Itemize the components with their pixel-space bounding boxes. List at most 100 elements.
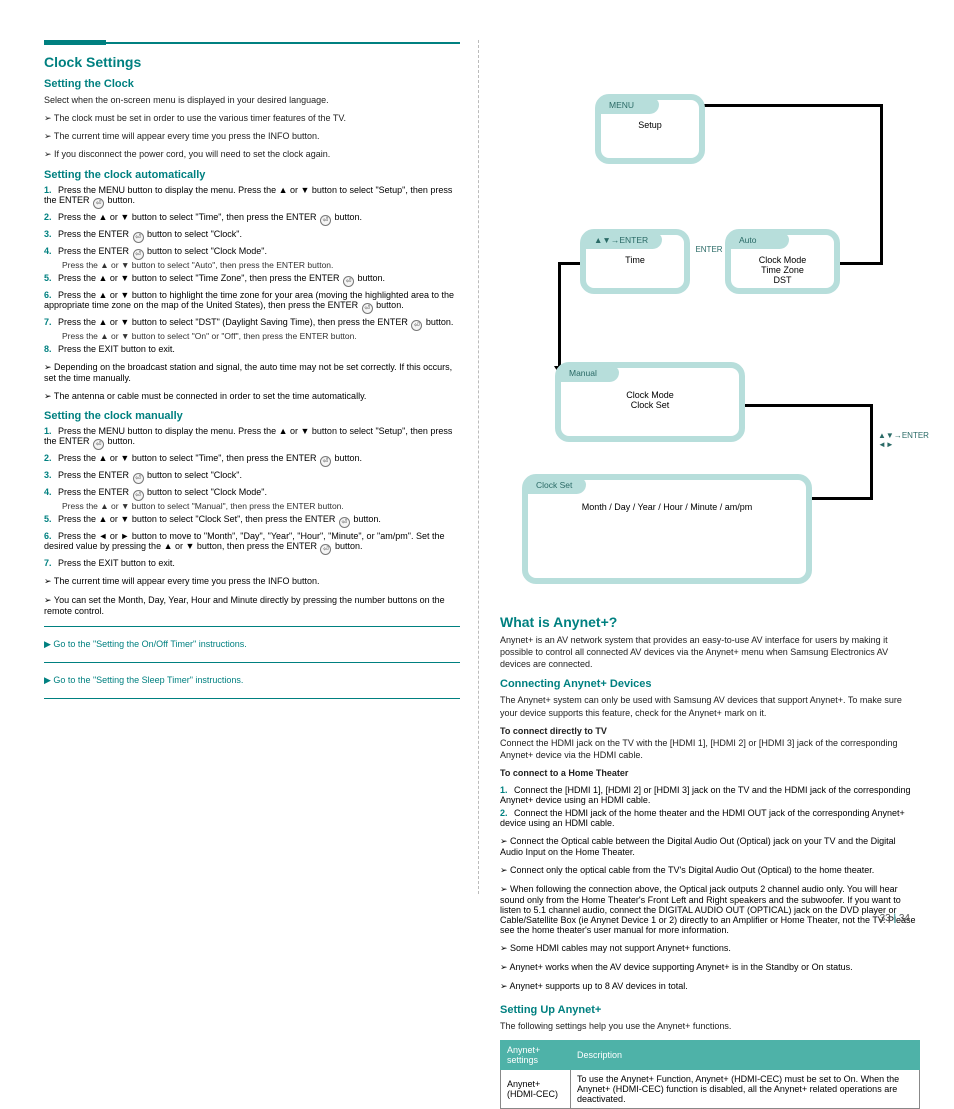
bullet: ➢	[44, 391, 54, 401]
table-cell: To use the Anynet+ Function, Anynet+ (HD…	[571, 1070, 920, 1109]
intro-4: ➢ If you disconnect the power cord, you …	[44, 148, 460, 160]
divider-line	[44, 662, 460, 663]
flow-tab: ▲▼→ENTER	[584, 233, 662, 249]
anynet-p4-label: To connect to a Home Theater	[500, 767, 920, 779]
step-item: 7.Press the ▲ or ▼ button to select "DST…	[44, 317, 460, 341]
step-item: 4.Press the ENTER ⏎ button to select "Cl…	[44, 246, 460, 270]
connector	[558, 262, 582, 265]
divider-line	[44, 698, 460, 699]
note: ➢ The current time will appear every tim…	[44, 576, 460, 587]
divider-line	[44, 626, 460, 627]
subtitle: Setting the Clock	[44, 78, 460, 90]
header-accent	[44, 40, 106, 45]
page-title: Clock Settings	[44, 54, 460, 70]
enter-icon: ⏎	[93, 198, 104, 209]
enter-icon: ⏎	[133, 232, 144, 243]
step-item: 5.Press the ▲ or ▼ button to select "Tim…	[44, 273, 460, 287]
enter-icon: ⏎	[362, 303, 373, 314]
bullet: ➢	[500, 865, 510, 875]
intro-1: Select when the on-screen menu is displa…	[44, 94, 460, 106]
page-number: 33 | 34	[880, 913, 910, 924]
step-item: 2.Press the ▲ or ▼ button to select "Tim…	[44, 453, 460, 467]
anynet-setup-p: The following settings help you use the …	[500, 1020, 920, 1032]
anynet-p2: The Anynet+ system can only be used with…	[500, 694, 920, 718]
connector	[880, 104, 883, 264]
anynet-setup-title: Setting Up Anynet+	[500, 1004, 920, 1016]
table-header: Anynet+ settings	[501, 1041, 571, 1070]
flow-box-auto: Auto Clock Mode Time Zone DST	[725, 229, 840, 294]
flow-text: Clock Mode Clock Set	[575, 390, 725, 410]
arrow-icon: ▶	[44, 639, 53, 649]
flow-box-menu: MENU Setup	[595, 94, 705, 164]
arrow-icon: ▶	[44, 675, 53, 685]
flow-tab: Clock Set	[526, 478, 586, 494]
column-divider	[478, 40, 479, 894]
step-item: 3.Press the ENTER ⏎ button to select "Cl…	[44, 470, 460, 484]
anynet-p3: To connect directly to TVConnect the HDM…	[500, 725, 920, 761]
anynet-section: What is Anynet+? Anynet+ is an AV networ…	[500, 614, 920, 1109]
flow-box-clockset: Clock Set Month / Day / Year / Hour / Mi…	[522, 474, 812, 584]
enter-icon: ⏎	[320, 544, 331, 555]
connector	[742, 404, 872, 407]
enter-icon: ⏎	[133, 473, 144, 484]
connector	[870, 404, 873, 499]
step-item: 3.Press the ENTER ⏎ button to select "Cl…	[44, 229, 460, 243]
intro-3: ➢ The current time will appear every tim…	[44, 130, 460, 142]
auto-clock-title: Setting the clock automatically	[44, 169, 460, 181]
flow-box-time: ▲▼→ENTER Time	[580, 229, 690, 294]
bullet: ➢	[44, 576, 54, 586]
link-sleep-timer[interactable]: ▶ Go to the "Setting the Sleep Timer" in…	[44, 673, 460, 688]
anynet-subtitle: Connecting Anynet+ Devices	[500, 678, 920, 690]
flow-tab: MENU	[599, 98, 659, 114]
step-item: 1.Press the MENU button to display the m…	[44, 426, 460, 450]
enter-icon: ⏎	[320, 215, 331, 226]
note: ➢ Anynet+ works when the AV device suppo…	[500, 962, 920, 973]
manual-clock-title: Setting the clock manually	[44, 410, 460, 422]
bullet: ➢	[500, 962, 510, 972]
flow-text: Month / Day / Year / Hour / Minute / am/…	[542, 502, 792, 512]
note: ➢ Connect only the optical cable from th…	[500, 865, 920, 876]
flowchart: MENU Setup ▲▼→ENTER Time Auto Clock Mode…	[500, 54, 920, 594]
table-header: Description	[571, 1041, 920, 1070]
flow-tab: Auto	[729, 233, 789, 249]
anynet-table: Anynet+ settings Description Anynet+ (HD…	[500, 1040, 920, 1109]
enter-icon: ⏎	[133, 490, 144, 501]
step-item: 2.Connect the HDMI jack of the home thea…	[500, 808, 920, 828]
manual-steps: 1.Press the MENU button to display the m…	[44, 426, 460, 568]
enter-icon: ⏎	[133, 249, 144, 260]
header-rule	[44, 42, 460, 44]
anynet-p1: Anynet+ is an AV network system that pro…	[500, 634, 920, 670]
step-item: 7.Press the EXIT button to exit.	[44, 558, 460, 568]
step-item: 6.Press the ◄ or ► button to move to "Mo…	[44, 531, 460, 555]
bullet: ➢	[500, 836, 510, 846]
note: ➢ Connect the Optical cable between the …	[500, 836, 920, 857]
bullet: ➢	[44, 362, 54, 372]
step-item: 1.Press the MENU button to display the m…	[44, 185, 460, 209]
table-row: Anynet+ (HDMI-CEC) To use the Anynet+ Fu…	[501, 1070, 920, 1109]
note: ➢ You can set the Month, Day, Year, Hour…	[44, 595, 460, 616]
step-item: 2.Press the ▲ or ▼ button to select "Tim…	[44, 212, 460, 226]
step-item: 1.Connect the [HDMI 1], [HDMI 2] or [HDM…	[500, 785, 920, 805]
enter-icon: ⏎	[343, 276, 354, 287]
table-header-row: Anynet+ settings Description	[501, 1041, 920, 1070]
note: ➢ When following the connection above, t…	[500, 884, 920, 935]
bullet: ➢	[500, 884, 510, 894]
step-item: 5.Press the ▲ or ▼ button to select "Clo…	[44, 514, 460, 528]
anynet-steps: 1.Connect the [HDMI 1], [HDMI 2] or [HDM…	[500, 785, 920, 828]
bullet: ➢	[44, 113, 54, 123]
connector	[810, 497, 873, 500]
note: ➢ Some HDMI cables may not support Anyne…	[500, 943, 920, 954]
intro-2: ➢ The clock must be set in order to use …	[44, 112, 460, 124]
connector	[558, 262, 561, 367]
note: ➢ Anynet+ supports up to 8 AV devices in…	[500, 981, 920, 992]
bullet: ➢	[500, 943, 510, 953]
link-on-off-timer[interactable]: ▶ Go to the "Setting the On/Off Timer" i…	[44, 637, 460, 652]
note: ➢ Depending on the broadcast station and…	[44, 362, 460, 383]
enter-icon: ⏎	[93, 439, 104, 450]
bullet: ➢	[44, 595, 54, 605]
enter-icon: ⏎	[320, 456, 331, 467]
bullet: ➢	[44, 149, 54, 159]
flow-tab: Manual	[559, 366, 619, 382]
step-item: 8.Press the EXIT button to exit.	[44, 344, 460, 354]
left-column: Clock Settings Setting the Clock Select …	[44, 54, 460, 709]
